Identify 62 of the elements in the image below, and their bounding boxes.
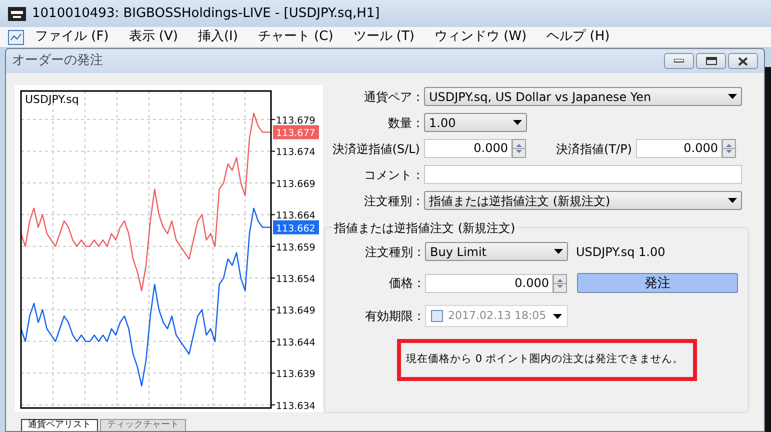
bottom-tab[interactable]: ティックチャート — [100, 419, 186, 431]
axis-tick-label: 113.654 — [276, 274, 316, 286]
comment-field[interactable] — [424, 165, 742, 184]
stop-loss-field[interactable]: 0.000 — [424, 139, 512, 158]
caret-icon — [728, 198, 737, 203]
menu-item[interactable]: 表示 (V) — [120, 27, 187, 47]
menu-item[interactable]: ツール (T) — [344, 27, 424, 47]
axis-tick-label: 113.674 — [276, 147, 316, 158]
warning-message: 現在価格から 0 ポイント圏内の注文は発注できません。 — [406, 352, 684, 368]
field-label: 注文種別 : — [365, 244, 421, 260]
field-label: 決済指値(T/P) — [556, 140, 632, 158]
menu-item[interactable]: チャート (C) — [248, 27, 342, 47]
menu-item[interactable]: 挿入(I) — [188, 27, 247, 47]
axis-tick-label: 113.664 — [276, 210, 316, 222]
caret-icon — [513, 120, 522, 125]
maximize-icon — [706, 57, 716, 65]
volume-select[interactable]: 1.00 — [424, 113, 527, 132]
axis-tick-label: 113.639 — [276, 369, 316, 380]
order-summary: USDJPY.sq 1.00 — [576, 244, 666, 260]
expiry-checkbox[interactable] — [431, 310, 443, 322]
close-button[interactable] — [728, 53, 758, 69]
place-order-button[interactable]: 発注 — [577, 273, 738, 293]
minimize-button[interactable] — [664, 53, 694, 69]
axis-tick-label: 113.634 — [276, 400, 316, 412]
price-tag: 113.677 — [273, 125, 319, 140]
caret-icon — [728, 94, 737, 99]
spinner-icon[interactable] — [722, 139, 736, 158]
field-label: 価格 : — [389, 275, 421, 292]
field-label: コメント : — [364, 166, 420, 184]
caret-icon — [553, 314, 562, 318]
axis-tick-label: 113.644 — [276, 337, 316, 348]
caret-icon — [554, 249, 563, 254]
field-label: 注文種別 : — [364, 192, 420, 210]
order-type-select[interactable]: 指値または逆指値注文 (新規注文) — [424, 191, 742, 210]
window-title: 1010010493: BIGBOSSHoldings-LIVE - [USDJPY.sq,H1] — [32, 4, 380, 23]
field-label: 決済逆指値(S/L) — [332, 140, 420, 158]
menu-item[interactable]: ヘルプ (H) — [538, 27, 619, 47]
axis-tick-label: 113.649 — [276, 306, 316, 317]
app-icon — [8, 6, 26, 20]
spinner-icon[interactable] — [553, 274, 567, 292]
minimize-icon — [674, 59, 684, 63]
dialog-title: オーダーの発注 — [12, 52, 103, 70]
axis-tick-label: 113.669 — [276, 178, 316, 190]
group-title: 指値または逆指値注文 (新規注文) — [333, 219, 516, 237]
maximize-button[interactable] — [696, 53, 726, 69]
spinner-icon[interactable] — [512, 139, 526, 158]
bottom-tab[interactable]: 通貨ペアリスト — [21, 419, 98, 431]
field-label: 数量 : — [388, 114, 420, 132]
axis-tick-label: 113.659 — [276, 242, 316, 254]
field-label: 有効期限 : — [365, 308, 421, 325]
menu-item[interactable]: ファイル (F) — [26, 27, 118, 47]
price-field[interactable]: 0.000 — [425, 274, 553, 292]
price-tag: 113.662 — [273, 220, 319, 234]
field-label: 通貨ペア : — [364, 88, 420, 106]
chart-window-icon — [8, 30, 24, 44]
order-type-select[interactable]: Buy Limit — [425, 242, 568, 261]
take-profit-field[interactable]: 0.000 — [636, 139, 722, 158]
axis-tick-label: 113.679 — [276, 116, 316, 127]
chart-symbol: USDJPY.sq — [25, 93, 79, 106]
close-icon — [738, 56, 748, 66]
menu-item[interactable]: ウィンドウ (W) — [426, 27, 536, 47]
symbol-select[interactable]: USDJPY.sq, US Dollar vs Japanese Yen — [424, 87, 742, 106]
